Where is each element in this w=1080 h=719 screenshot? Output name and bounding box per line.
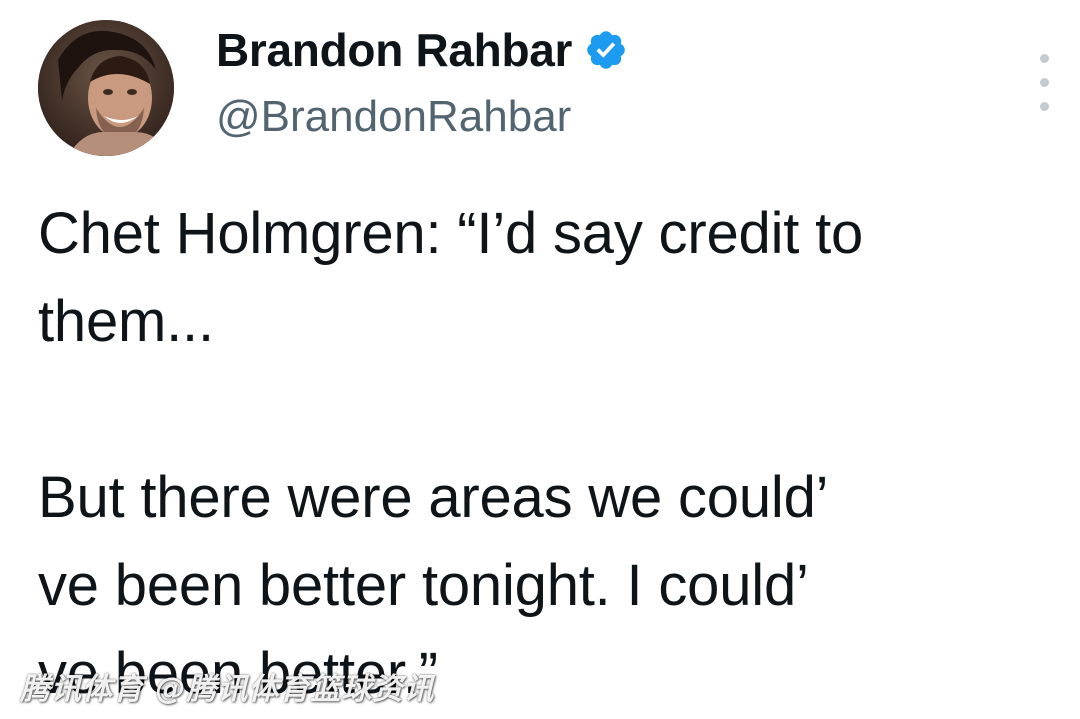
verified-badge-icon (584, 28, 628, 72)
author-handle[interactable]: @BrandonRahbar (216, 92, 628, 142)
tweet-card: Brandon Rahbar @BrandonRahbar Chet Holmg… (0, 0, 1080, 719)
tweet-text: Chet Holmgren: “I’d say credit to them..… (38, 201, 864, 706)
author-info: Brandon Rahbar @BrandonRahbar (216, 22, 628, 142)
more-vertical-icon[interactable] (1040, 54, 1052, 114)
avatar[interactable] (38, 20, 174, 156)
avatar-photo (38, 20, 174, 156)
watermark-text: 腾讯体育 @腾讯体育篮球资讯 (20, 672, 435, 707)
display-name[interactable]: Brandon Rahbar (216, 23, 572, 77)
display-name-row: Brandon Rahbar (216, 22, 628, 78)
tweet-header: Brandon Rahbar @BrandonRahbar (38, 20, 1058, 160)
